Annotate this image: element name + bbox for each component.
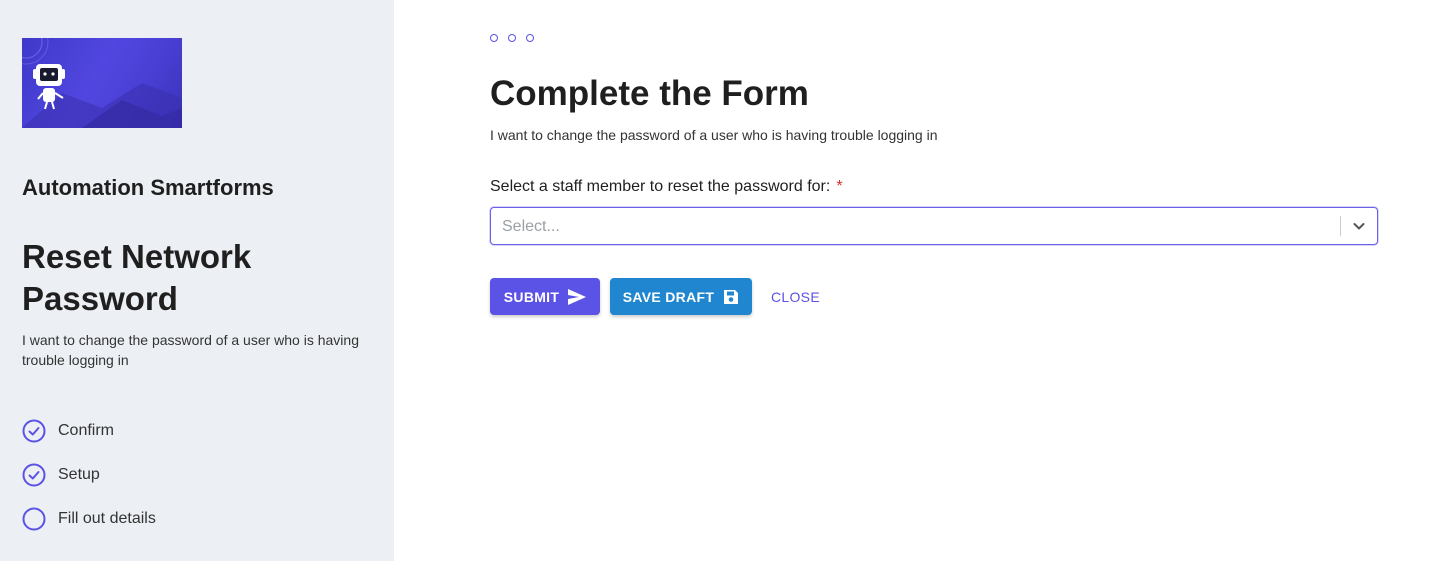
- step-confirm: Confirm: [22, 419, 156, 443]
- staff-select-label-text: Select a staff member to reset the passw…: [490, 178, 831, 195]
- save-draft-label: SAVE DRAFT: [622, 288, 715, 305]
- chevron-down-icon[interactable]: [1351, 218, 1367, 234]
- step-label: Confirm: [58, 422, 115, 439]
- sidebar: Automation Smartforms Reset Network Pass…: [0, 0, 394, 561]
- page-description: I want to change the password of a user …: [490, 127, 938, 143]
- page-title: Complete the Form: [490, 74, 809, 113]
- progress-dot: [490, 34, 498, 42]
- staff-select-label: Select a staff member to reset the passw…: [490, 178, 843, 196]
- required-marker: *: [836, 178, 843, 195]
- staff-member-select[interactable]: Select...: [490, 207, 1378, 245]
- close-button[interactable]: CLOSE: [771, 289, 820, 305]
- step-label: Setup: [58, 466, 100, 483]
- select-placeholder: Select...: [502, 218, 560, 235]
- send-icon: [568, 288, 587, 305]
- app-name: Automation Smartforms: [22, 175, 274, 200]
- check-circle-icon: [22, 463, 46, 487]
- select-separator: [1340, 216, 1341, 236]
- progress-dots: [490, 34, 534, 42]
- progress-dot: [508, 34, 516, 42]
- save-draft-button[interactable]: SAVE DRAFT: [610, 278, 752, 315]
- robot-logo-icon: [22, 38, 182, 128]
- form-main: Complete the Form I want to change the p…: [490, 0, 1378, 561]
- submit-label: SUBMIT: [503, 288, 560, 305]
- form-description: I want to change the password of a user …: [22, 332, 359, 368]
- form-title: Reset Network Password: [22, 238, 252, 317]
- step-label: Fill out details: [58, 510, 156, 527]
- empty-circle-icon: [22, 507, 46, 531]
- submit-button[interactable]: SUBMIT: [490, 278, 600, 315]
- check-circle-icon: [22, 419, 46, 443]
- step-list: Confirm Setup Fill out details: [22, 419, 156, 551]
- step-setup: Setup: [22, 463, 156, 487]
- floppy-disk-icon: [724, 289, 739, 304]
- form-actions: SUBMIT SAVE DRAFT CLOSE: [490, 278, 820, 315]
- progress-dot: [526, 34, 534, 42]
- step-fill-out-details: Fill out details: [22, 507, 156, 531]
